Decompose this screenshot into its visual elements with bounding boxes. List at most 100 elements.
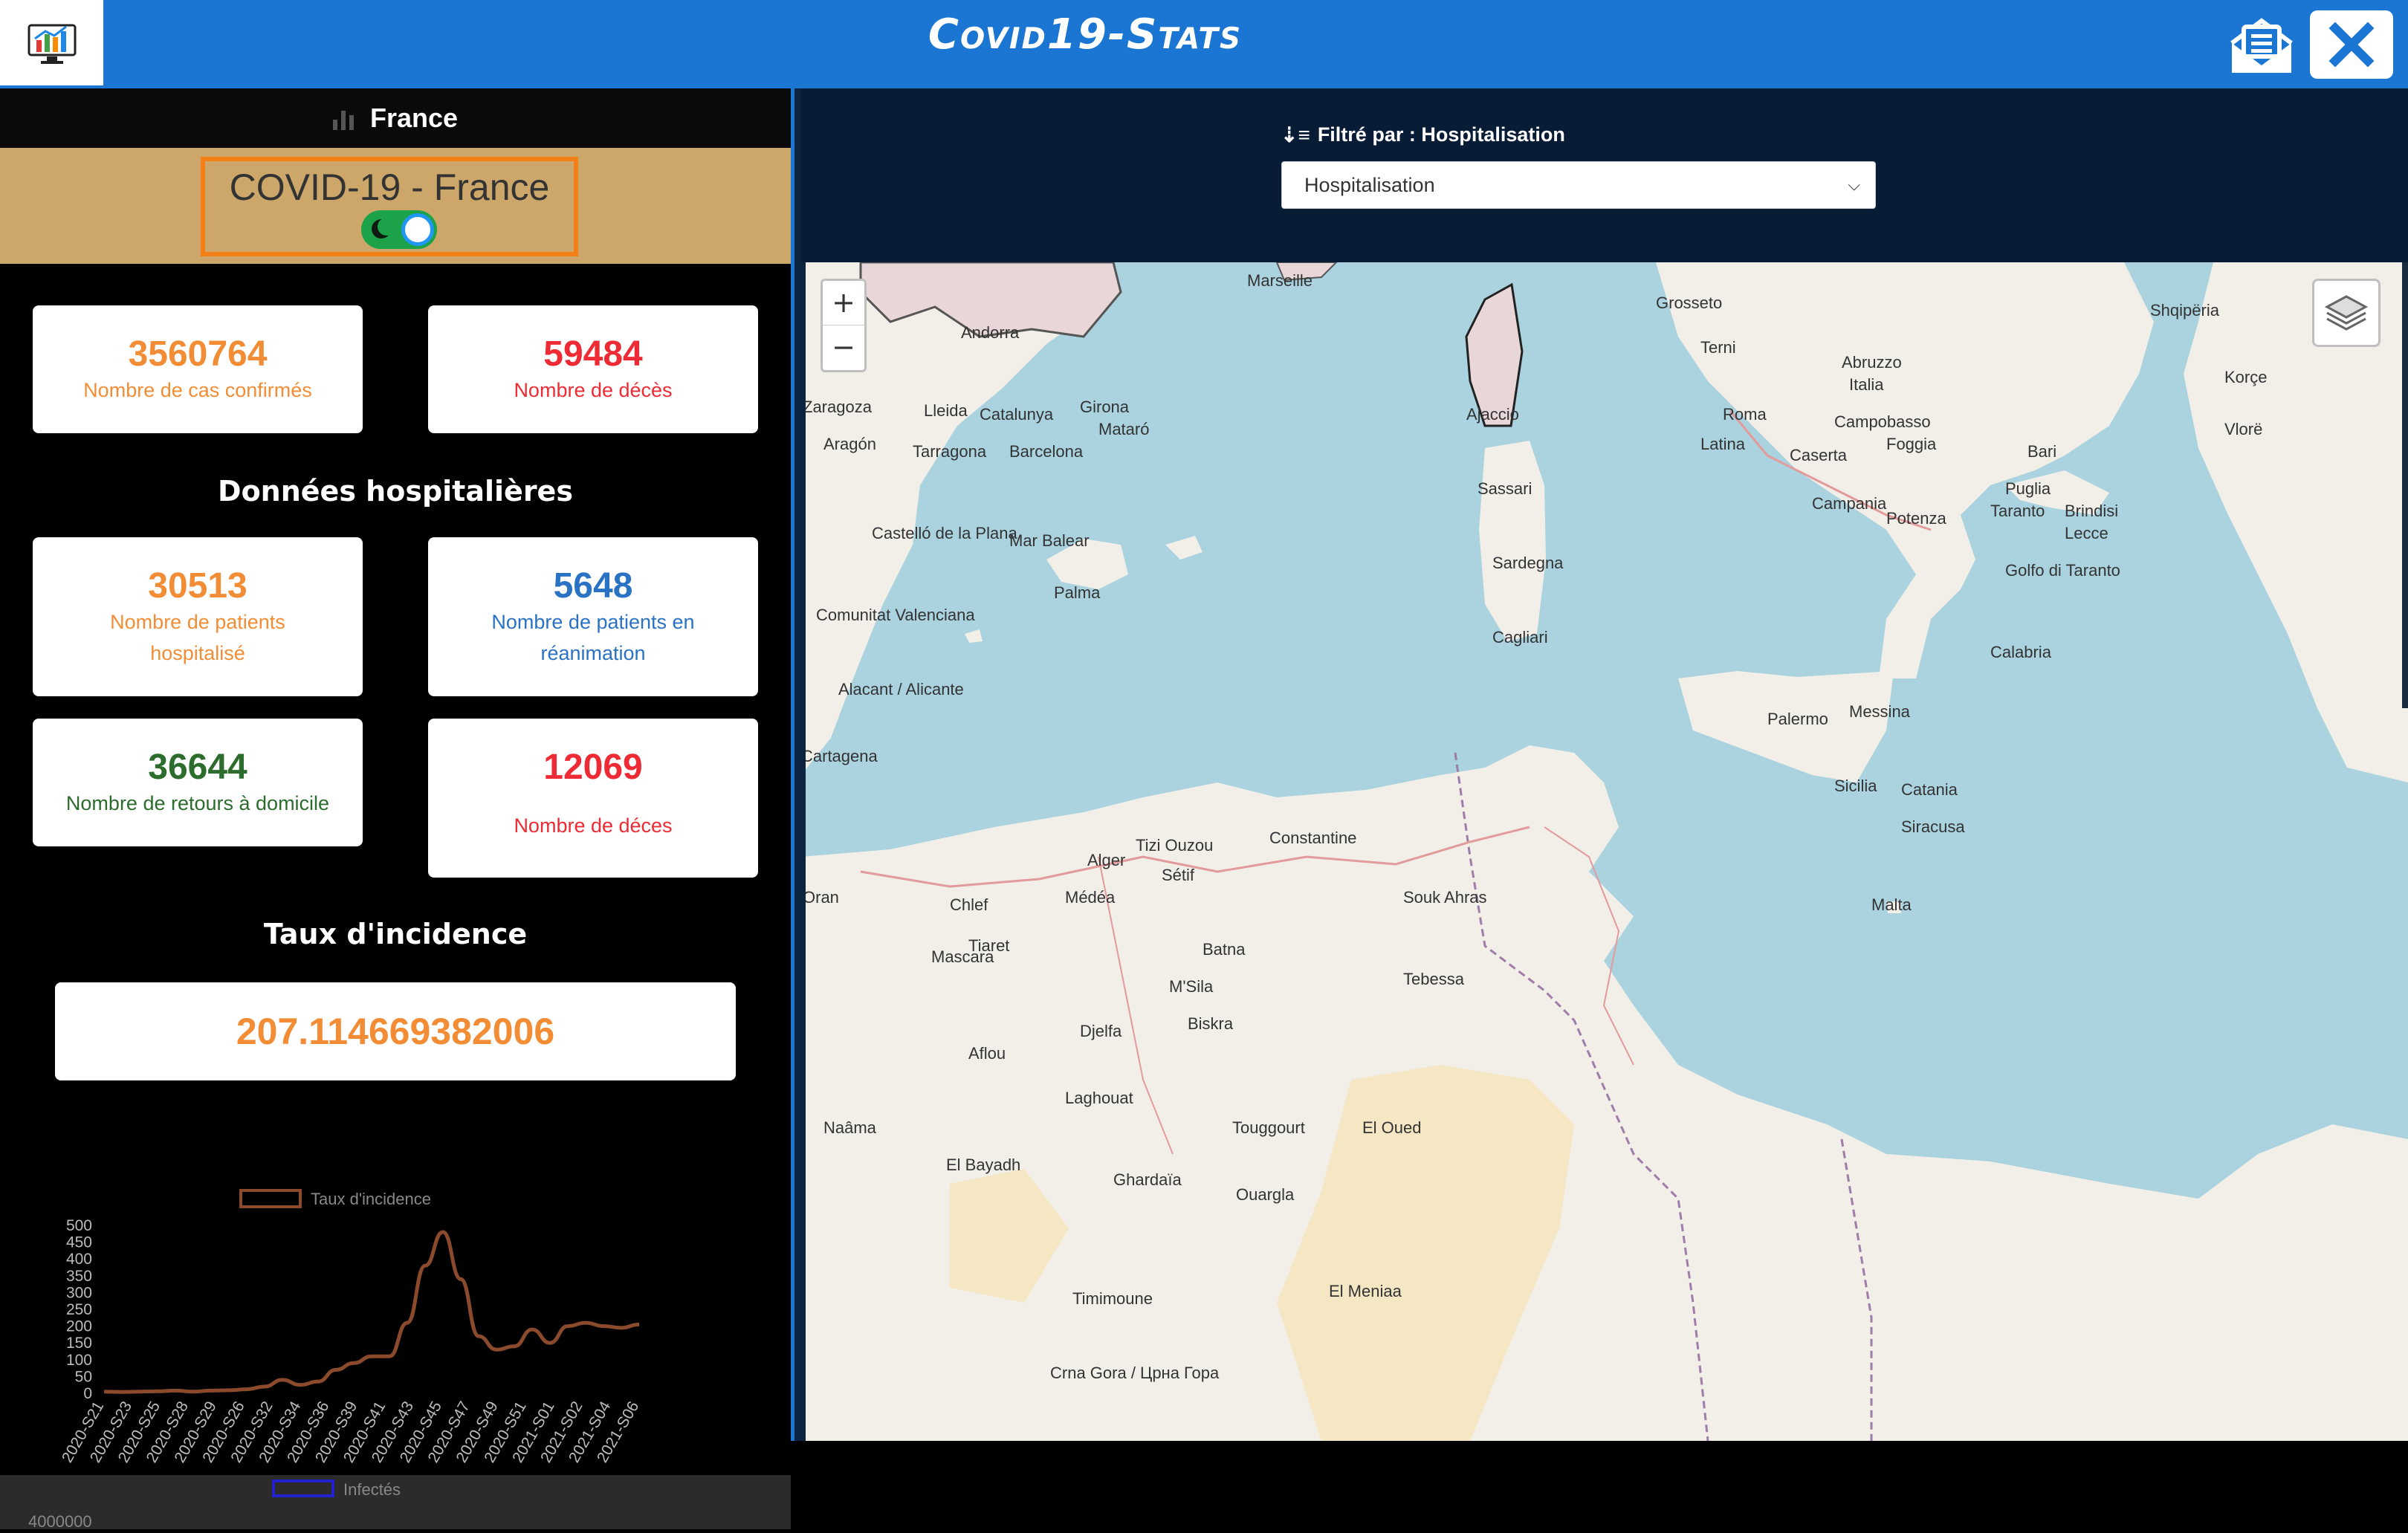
confirmed-card: 3560764 Nombre de cas confirmés [33, 305, 363, 433]
filter-selected-value: Hospitalisation [1304, 174, 1435, 196]
map-place-label: Touggourt [1232, 1118, 1305, 1137]
home-card: 36644 Nombre de retours à domicile [33, 719, 363, 846]
map-view[interactable]: Marseille Grosseto Terni Abruzzo Italia Roma C… [801, 262, 2408, 1441]
filter-select[interactable]: Hospitalisation ⌵ [1281, 161, 1876, 209]
map-place-label: Sardegna [1492, 554, 1564, 572]
chevron-down-icon: ⌵ [1848, 175, 1860, 194]
map-place-label: El Bayadh [946, 1156, 1020, 1174]
map-place-label: Naâma [823, 1118, 877, 1137]
hospitalized-value: 30513 [148, 566, 247, 606]
theme-toggle[interactable] [361, 210, 437, 249]
chart-y-tick: 250 [66, 1301, 92, 1318]
incidence-chart: Taux d'incidence 500 450 400 350 300 250 200 150… [0, 1084, 791, 1475]
bar-chart-icon [332, 106, 354, 130]
sort-icon: ⇣≡ [1281, 123, 1310, 146]
map-place-label: M'Sila [1169, 977, 1214, 996]
map-place-label: Caserta [1790, 446, 1848, 464]
map-place-label: Chlef [950, 895, 988, 914]
map-place-label: Aflou [968, 1044, 1006, 1063]
map-place-label: Brindisi [2065, 502, 2118, 520]
zoom-out-button[interactable]: − [823, 325, 864, 370]
map-place-label: Alger [1087, 851, 1125, 869]
incidence-value: 207.114669382006 [236, 1011, 555, 1052]
icu-value: 5648 [553, 566, 633, 606]
country-title-card: COVID-19 - France [201, 157, 578, 256]
map-place-label: Biskra [1188, 1014, 1234, 1033]
map-scrollbar[interactable] [2402, 262, 2408, 708]
map-place-label: Shqipëria [2150, 301, 2220, 320]
map-place-label: Alacant / Alicante [838, 680, 964, 699]
country-title: COVID-19 - France [229, 166, 550, 208]
map-place-label: Marseille [1247, 271, 1313, 290]
incidence-section-title: Taux d'incidence [263, 918, 528, 950]
filter-label-text: Filtré par : Hospitalisation [1317, 123, 1565, 146]
close-button[interactable] [2310, 10, 2393, 79]
map-place-label: Grosseto [1656, 294, 1722, 312]
chart-monitor-icon [27, 24, 76, 64]
map-place-label: Crna Gora / Црна Гора [1050, 1364, 1220, 1382]
hospital-deaths-label: Nombre de déces [514, 814, 673, 837]
map-place-label: Catania [1901, 780, 1958, 799]
map-place-label: Tarragona [913, 442, 987, 461]
deaths-card: 59484 Nombre de décès [428, 305, 758, 433]
map-place-label: El Oued [1362, 1118, 1422, 1137]
hospitalized-card: 30513 Nombre de patients hospitalisé [33, 537, 363, 696]
map-place-label: Sétif [1162, 866, 1195, 884]
app-logo[interactable] [0, 0, 103, 85]
map-place-label: Siracusa [1901, 817, 1965, 836]
map-place-label: Lecce [2065, 524, 2108, 542]
map-place-label: Messina [1849, 702, 1911, 721]
panel-divider[interactable] [791, 88, 801, 1441]
map-place-label: Barcelona [1009, 442, 1084, 461]
filter-label: ⇣≡ Filtré par : Hospitalisation [1281, 123, 1565, 147]
map-place-label: Bari [2027, 442, 2056, 461]
map-place-label: Laghouat [1065, 1089, 1133, 1107]
chart-y-tick: 450 [66, 1234, 92, 1251]
map-place-label: Roma [1723, 405, 1767, 424]
confirmed-label: Nombre de cas confirmés [83, 379, 312, 401]
map-place-label: Aragón [823, 435, 876, 453]
map-place-label: Palma [1054, 583, 1101, 602]
infected-y-tick: 4000000 [28, 1512, 92, 1529]
hospital-deaths-value: 12069 [543, 748, 643, 787]
map-place-label: Foggia [1886, 435, 1937, 453]
map-place-label: Ghardaïa [1113, 1170, 1182, 1189]
chart-legend-swatch [239, 1189, 302, 1208]
map-place-label: Cartagena [801, 747, 878, 765]
map-place-label: Abruzzo [1842, 353, 1902, 372]
map-place-label: Castelló de la Plana [872, 524, 1017, 542]
chart-y-tick: 100 [66, 1352, 92, 1369]
map-place-label: Terni [1700, 338, 1736, 357]
chart-y-tick: 300 [66, 1284, 92, 1301]
map-place-label: Andorra [961, 323, 1020, 342]
map-place-label: Comunitat Valenciana [816, 606, 975, 624]
map-place-label: Mascara [931, 947, 994, 966]
deaths-label: Nombre de décès [514, 379, 673, 401]
map-place-label: Lleida [924, 401, 968, 420]
map-place-label: Batna [1203, 940, 1246, 959]
map-place-label: Timimoune [1072, 1289, 1153, 1308]
zoom-in-button[interactable]: + [823, 281, 864, 325]
country-header: France [0, 88, 791, 148]
map-place-label: Constantine [1269, 829, 1356, 847]
icu-label: Nombre de patients en réanimation [491, 611, 695, 664]
map-place-label: Ajaccio [1466, 405, 1519, 424]
map-place-label: El Meniaa [1329, 1282, 1402, 1300]
map-place-label: Calabria [1990, 643, 2052, 661]
app-title: Covid19-Stats [928, 10, 1243, 59]
close-icon [2328, 22, 2375, 68]
map-place-label: Oran [803, 888, 839, 907]
chart-y-tick: 0 [83, 1385, 92, 1402]
map-place-label: Médéa [1065, 888, 1116, 907]
newspaper-icon [2230, 18, 2293, 73]
stats-panel: France COVID-19 - France 3560764 Nombre … [0, 88, 791, 1531]
chart-y-tick: 400 [66, 1251, 92, 1268]
chart-y-tick: 50 [75, 1368, 92, 1385]
chart-y-tick: 150 [66, 1335, 92, 1352]
map-place-label: Campania [1812, 494, 1887, 513]
infected-legend-label: Infectés [343, 1480, 401, 1499]
chart-y-tick: 200 [66, 1318, 92, 1335]
news-button[interactable] [2226, 10, 2297, 79]
layers-button[interactable] [2312, 279, 2381, 347]
hospital-section-title: Données hospitalières [218, 475, 573, 508]
